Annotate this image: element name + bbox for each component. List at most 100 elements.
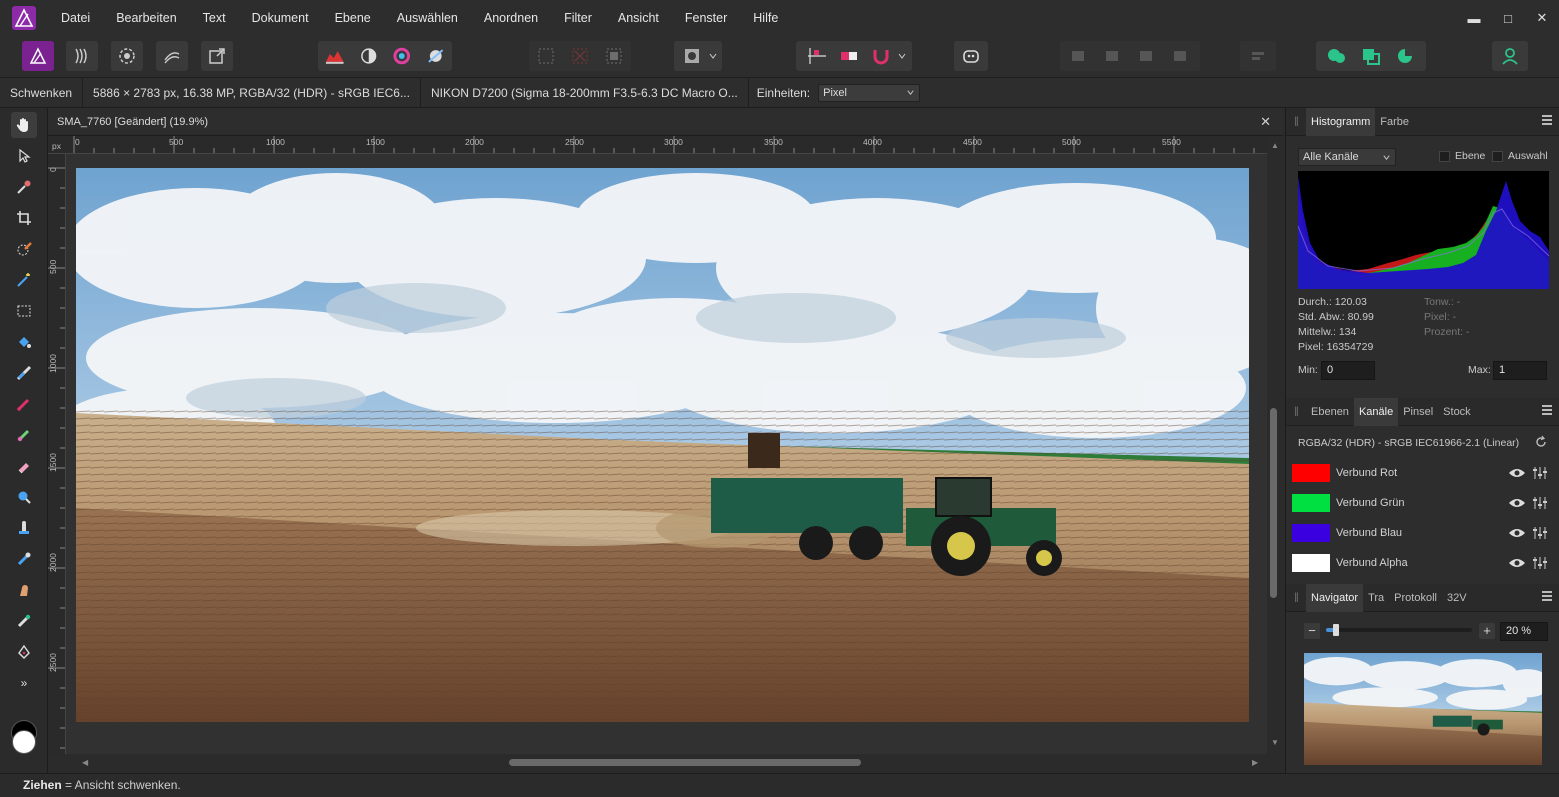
channel-options-icon[interactable] xyxy=(1532,496,1548,510)
selection-checkbox[interactable] xyxy=(1492,150,1503,162)
document-tab[interactable]: SMA_7760 [Geändert] (19.9%) ✕ xyxy=(48,108,1283,136)
panel-menu-icon[interactable] xyxy=(1542,591,1552,603)
selection-option[interactable]: Auswahl xyxy=(1492,150,1548,162)
clone-brush-tool[interactable] xyxy=(11,515,37,541)
zoom-out-button[interactable]: − xyxy=(1304,623,1320,639)
min-input[interactable]: 0 xyxy=(1321,361,1375,380)
tab-histogram[interactable]: Histogramm xyxy=(1306,107,1376,136)
panel-grip-icon[interactable]: || xyxy=(1286,406,1306,417)
scroll-down-icon[interactable]: ▼ xyxy=(1271,738,1279,747)
guides-icon[interactable] xyxy=(806,46,828,66)
dodge-brush-tool[interactable] xyxy=(11,546,37,572)
scroll-up-icon[interactable]: ▲ xyxy=(1271,141,1279,150)
vertical-scroll-thumb[interactable] xyxy=(1270,408,1277,598)
eye-icon[interactable] xyxy=(1508,497,1526,509)
align-button[interactable] xyxy=(1240,41,1276,71)
channel-options-icon[interactable] xyxy=(1532,526,1548,540)
eye-icon[interactable] xyxy=(1508,527,1526,539)
selection-brush-tool[interactable] xyxy=(11,236,37,262)
force-pixel-align-icon[interactable] xyxy=(838,46,860,66)
scroll-right-icon[interactable]: ▶ xyxy=(1252,758,1258,767)
channel-row-blue[interactable]: Verbund Blau xyxy=(1286,518,1559,548)
channel-options-icon[interactable] xyxy=(1532,466,1548,480)
menu-anordnen[interactable]: Anordnen xyxy=(471,0,551,36)
channel-options-icon[interactable] xyxy=(1532,556,1548,570)
maximize-button[interactable]: □ xyxy=(1491,0,1525,36)
menu-ansicht[interactable]: Ansicht xyxy=(605,0,672,36)
channel-select[interactable]: Alle Kanäle xyxy=(1298,148,1396,166)
panel-menu-icon[interactable] xyxy=(1542,115,1552,127)
minimize-button[interactable]: ▬ xyxy=(1457,0,1491,36)
export-persona-button[interactable] xyxy=(201,41,233,71)
smudge-brush-tool[interactable] xyxy=(11,577,37,603)
erase-brush-tool[interactable] xyxy=(11,453,37,479)
tab-transform[interactable]: Tra xyxy=(1363,584,1389,612)
menu-fenster[interactable]: Fenster xyxy=(672,0,740,36)
units-select[interactable]: Pixel xyxy=(818,83,921,102)
close-button[interactable]: ✕ xyxy=(1525,0,1559,36)
menu-bearbeiten[interactable]: Bearbeiten xyxy=(103,0,189,36)
photo-image[interactable] xyxy=(76,168,1249,722)
move-to-front-icon[interactable] xyxy=(1170,47,1192,65)
zoom-slider[interactable] xyxy=(1326,624,1472,636)
move-back-icon[interactable] xyxy=(1102,47,1124,65)
zoom-slider-thumb[interactable] xyxy=(1333,624,1339,636)
channel-row-alpha[interactable]: Verbund Alpha xyxy=(1286,548,1559,578)
tab-navigator[interactable]: Navigator xyxy=(1306,583,1364,612)
user-account-button[interactable] xyxy=(1492,41,1528,71)
channel-row-red[interactable]: Verbund Rot xyxy=(1286,458,1559,488)
marquee-tool[interactable] xyxy=(11,298,37,324)
auto-contrast-icon[interactable] xyxy=(358,46,380,66)
max-input[interactable]: 1 xyxy=(1493,361,1547,380)
develop-persona-button[interactable] xyxy=(111,41,143,71)
panel-grip-icon[interactable]: || xyxy=(1286,592,1306,603)
auto-white-balance-icon[interactable] xyxy=(425,46,447,66)
vertical-scrollbar[interactable]: ▲ ▼ xyxy=(1267,136,1283,754)
panel-menu-icon[interactable] xyxy=(1542,405,1552,417)
auto-colors-icon[interactable] xyxy=(391,46,413,66)
chevron-down-icon[interactable] xyxy=(897,51,907,61)
refresh-icon[interactable] xyxy=(1534,435,1548,449)
move-to-back-icon[interactable] xyxy=(1068,47,1090,65)
primary-color-swatch[interactable] xyxy=(12,730,36,754)
menu-ebene[interactable]: Ebene xyxy=(322,0,384,36)
menu-hilfe[interactable]: Hilfe xyxy=(740,0,791,36)
color-replacement-tool[interactable] xyxy=(11,422,37,448)
refine-selection-icon[interactable] xyxy=(569,46,591,66)
horizontal-scroll-thumb[interactable] xyxy=(509,759,861,766)
menu-auswaehlen[interactable]: Auswählen xyxy=(384,0,471,36)
auto-levels-icon[interactable] xyxy=(324,46,346,66)
scroll-left-icon[interactable]: ◀ xyxy=(82,758,88,767)
channel-row-green[interactable]: Verbund Grün xyxy=(1286,488,1559,518)
more-tools-button[interactable]: » xyxy=(11,670,37,696)
subtract-shape-icon[interactable] xyxy=(1360,46,1382,66)
eye-icon[interactable] xyxy=(1508,557,1526,569)
intersect-shape-icon[interactable] xyxy=(1394,46,1416,66)
tab-pinsel[interactable]: Pinsel xyxy=(1398,398,1438,426)
tab-32v[interactable]: 32V xyxy=(1442,584,1472,612)
tab-protokoll[interactable]: Protokoll xyxy=(1389,584,1442,612)
tab-kanaele[interactable]: Kanäle xyxy=(1353,397,1399,426)
horizontal-scrollbar[interactable]: ◀ ▶ xyxy=(66,754,1267,772)
tone-mapping-persona-button[interactable] xyxy=(156,41,188,71)
zoom-value-input[interactable]: 20 % xyxy=(1500,622,1548,641)
color-picker-tool[interactable] xyxy=(11,174,37,200)
gradient-tool[interactable] xyxy=(11,360,37,386)
snapping-magnet-icon[interactable] xyxy=(870,46,892,66)
tab-ebenen[interactable]: Ebenen xyxy=(1306,398,1354,426)
flood-select-tool[interactable] xyxy=(11,267,37,293)
affinity-photo-logo-icon[interactable] xyxy=(12,6,36,30)
tab-farbe[interactable]: Farbe xyxy=(1375,108,1414,136)
quick-mask-icon[interactable] xyxy=(535,46,557,66)
selection-mode-dropdown[interactable] xyxy=(674,41,722,71)
document-canvas[interactable] xyxy=(66,154,1271,754)
menu-filter[interactable]: Filter xyxy=(551,0,605,36)
invert-selection-icon[interactable] xyxy=(603,46,625,66)
layer-checkbox[interactable] xyxy=(1439,150,1450,162)
move-tool[interactable] xyxy=(11,143,37,169)
menu-dokument[interactable]: Dokument xyxy=(239,0,322,36)
inpainting-brush-tool[interactable] xyxy=(11,608,37,634)
close-document-button[interactable]: ✕ xyxy=(1260,114,1271,130)
view-tool[interactable] xyxy=(11,112,37,138)
pen-tool[interactable] xyxy=(11,639,37,665)
